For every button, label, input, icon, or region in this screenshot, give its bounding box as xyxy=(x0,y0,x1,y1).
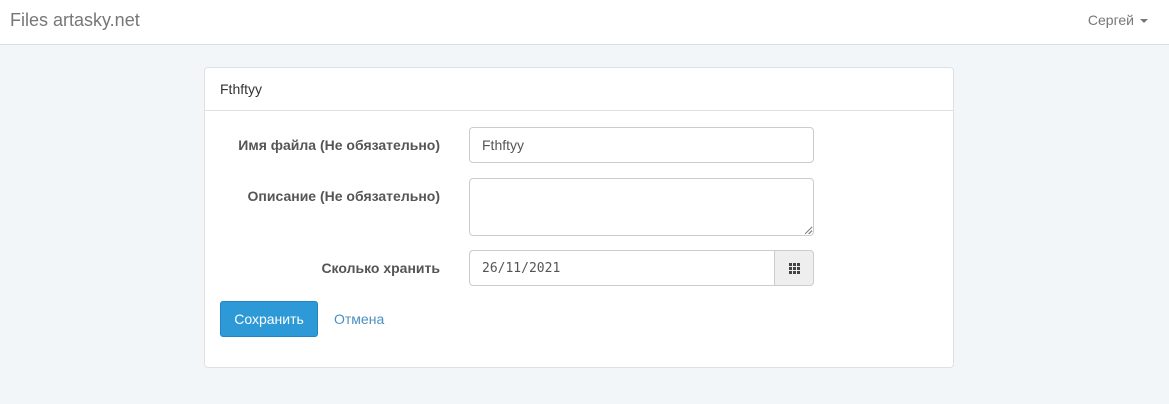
user-name: Сергей xyxy=(1087,12,1134,28)
caret-down-icon xyxy=(1140,19,1148,23)
file-name-label: Имя файла (Не обязательно) xyxy=(238,137,440,153)
date-picker-button[interactable] xyxy=(774,250,814,286)
storage-date-input[interactable] xyxy=(469,250,774,286)
file-name-input[interactable] xyxy=(469,127,814,163)
description-label: Описание (Не обязательно) xyxy=(247,188,440,204)
edit-file-panel: Fthftyy Имя файла (Не обязательно) Описа… xyxy=(204,67,954,368)
description-textarea[interactable] xyxy=(469,178,814,236)
user-menu-dropdown[interactable]: Сергей xyxy=(1088,12,1148,28)
top-navbar: Files artasky.net Сергей xyxy=(0,0,1169,45)
cancel-link[interactable]: Отмена xyxy=(334,311,384,327)
save-button[interactable]: Сохранить xyxy=(220,301,318,337)
calendar-grid-icon xyxy=(788,262,800,274)
panel-title: Fthftyy xyxy=(205,68,953,111)
date-picker-group xyxy=(469,250,814,286)
description-wrapper xyxy=(469,178,814,236)
brand-link[interactable]: Files artasky.net xyxy=(10,9,140,31)
storage-duration-label: Сколько хранить xyxy=(321,260,440,276)
